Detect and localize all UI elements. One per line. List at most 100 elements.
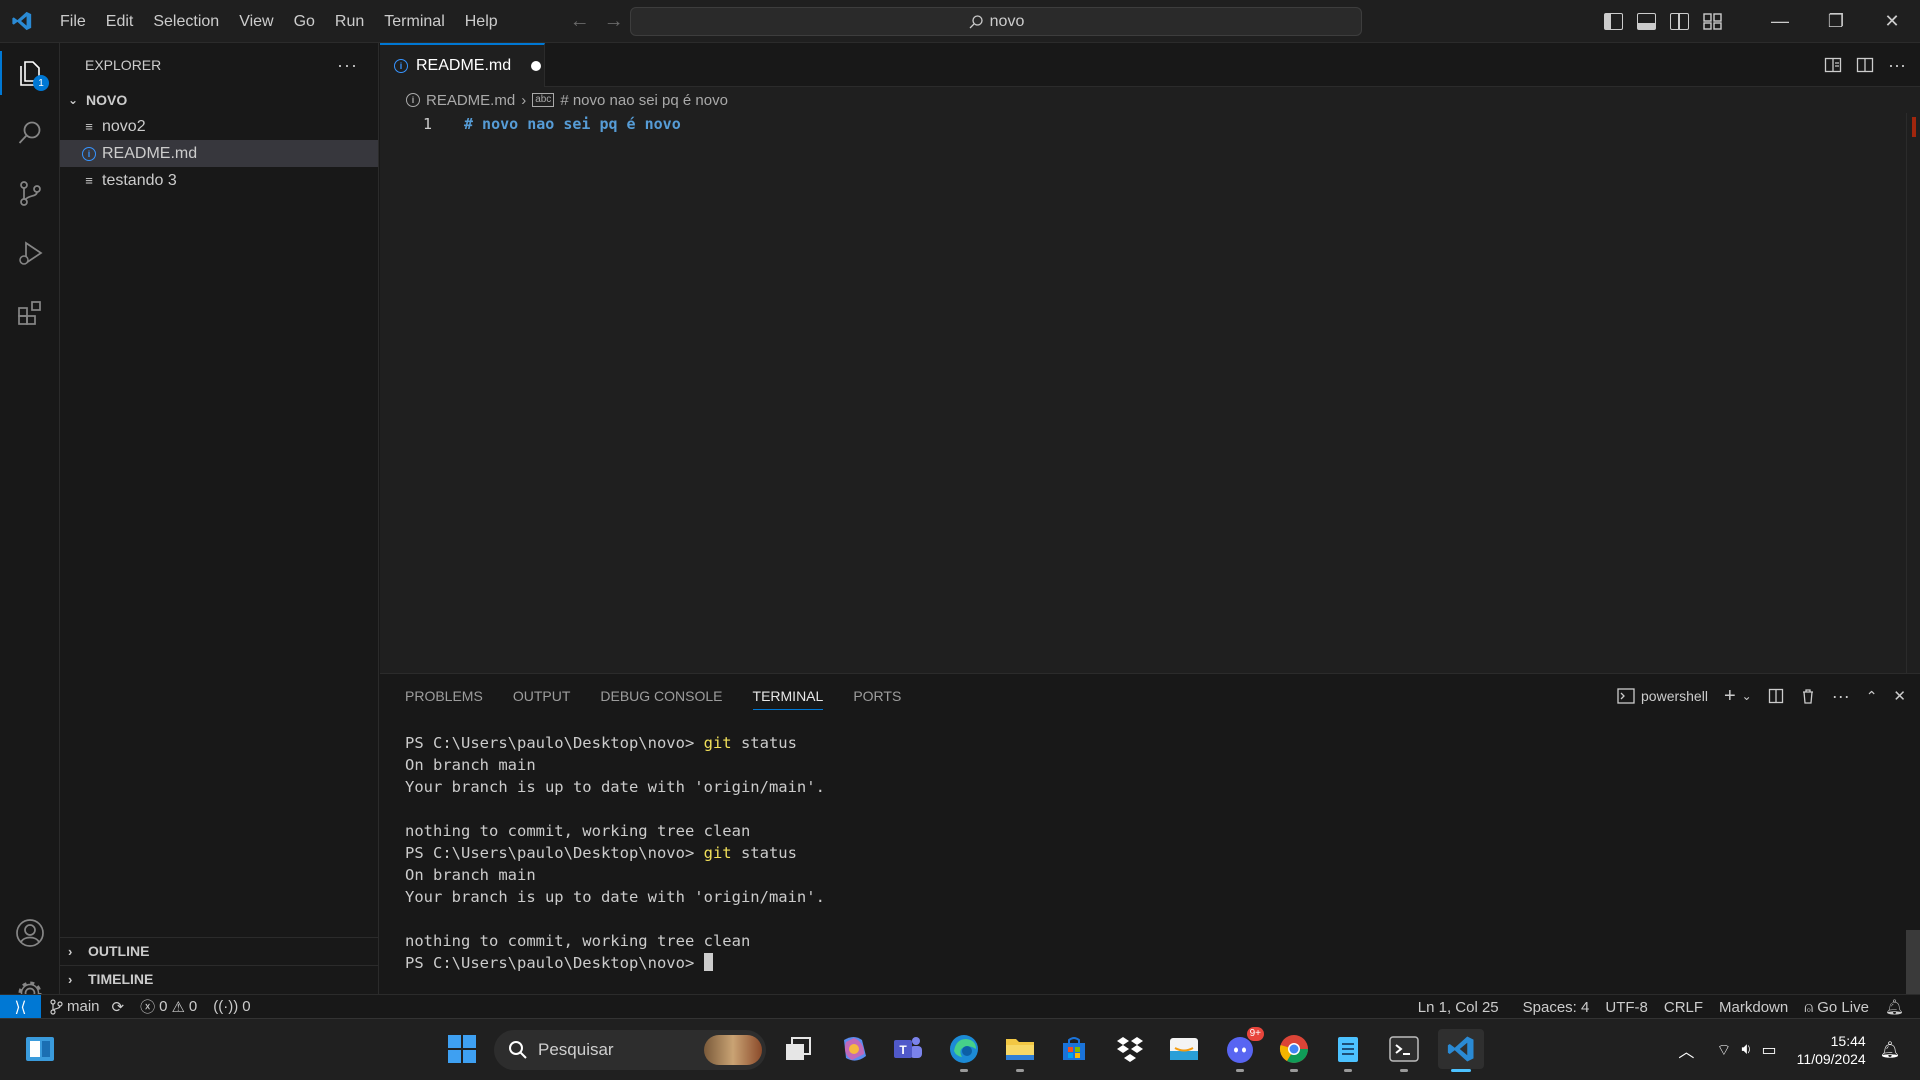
windows-terminal-icon[interactable]: [1384, 1029, 1424, 1072]
toggle-panel-icon[interactable]: [1637, 13, 1656, 30]
more-actions-icon[interactable]: ···: [337, 55, 358, 76]
ports-status[interactable]: ((·)) 0: [205, 998, 258, 1015]
restore-window-button[interactable]: ❐: [1808, 0, 1864, 43]
wifi-icon[interactable]: ⌔: [1716, 1040, 1731, 1060]
language-mode[interactable]: Markdown: [1711, 999, 1796, 1016]
file-item-readme[interactable]: i README.md: [60, 140, 378, 167]
tab-output[interactable]: OUTPUT: [513, 674, 571, 718]
close-panel-icon[interactable]: ✕: [1893, 687, 1906, 705]
go-live-button[interactable]: ⍝ Go Live: [1796, 999, 1877, 1016]
start-menu-icon[interactable]: [442, 1029, 482, 1069]
problems-status[interactable]: ⓧ 0 ⚠ 0: [132, 996, 205, 1017]
activity-explorer[interactable]: 1: [0, 43, 60, 103]
clock[interactable]: 15:44 11/09/2024: [1797, 1032, 1866, 1068]
tab-ports[interactable]: PORTS: [853, 674, 901, 718]
tab-debug-console[interactable]: DEBUG CONSOLE: [600, 674, 722, 718]
terminal-output[interactable]: PS C:\Users\paulo\Desktop\novo> git stat…: [380, 718, 1920, 974]
activity-search[interactable]: [0, 103, 60, 163]
volume-icon[interactable]: 🔉︎: [1741, 1041, 1751, 1059]
info-icon: i: [406, 93, 420, 107]
running-indicator: [1290, 1069, 1298, 1072]
open-preview-to-side-icon[interactable]: [1824, 56, 1842, 74]
split-terminal-icon[interactable]: [1768, 688, 1784, 704]
cursor-position[interactable]: Ln 1, Col 25: [1410, 999, 1507, 1016]
menu-run[interactable]: Run: [325, 0, 374, 43]
tab-problems[interactable]: PROBLEMS: [405, 674, 483, 718]
chevron-down-icon[interactable]: ⌄: [1742, 689, 1752, 703]
scrollbar-overview-ruler[interactable]: [1906, 113, 1920, 673]
task-view-icon[interactable]: [778, 1029, 818, 1069]
forward-arrow-icon[interactable]: →: [604, 10, 624, 33]
amazon-icon[interactable]: [1164, 1029, 1204, 1069]
explorer-sidebar: EXPLORER ··· ⌄ NOVO ≡ novo2 i README.md …: [60, 43, 379, 994]
notification-bell-icon[interactable]: 🔔︎: [1880, 1040, 1900, 1060]
folder-novo[interactable]: ⌄ NOVO: [60, 87, 378, 113]
toggle-primary-sidebar-icon[interactable]: [1604, 13, 1623, 30]
breadcrumb-symbol[interactable]: # novo nao sei pq é novo: [560, 92, 728, 109]
file-item-testando-3[interactable]: ≡ testando 3: [60, 167, 378, 194]
menu-edit[interactable]: Edit: [96, 0, 144, 43]
split-editor-icon[interactable]: [1856, 56, 1874, 74]
sync-icon[interactable]: ⟳: [112, 998, 125, 1016]
back-arrow-icon[interactable]: ←: [570, 10, 590, 33]
activity-run-debug[interactable]: [0, 223, 60, 283]
chrome-icon[interactable]: [1274, 1029, 1314, 1072]
taskbar-search[interactable]: Pesquisar: [494, 1030, 766, 1070]
explorer-title: EXPLORER: [85, 57, 162, 73]
unsaved-dot-icon[interactable]: [531, 61, 542, 71]
terminal-prompt: PS C:\Users\paulo\Desktop\novo>: [405, 844, 704, 862]
edge-browser-icon[interactable]: [944, 1029, 984, 1072]
search-icon: [18, 121, 41, 144]
widgets-icon[interactable]: [20, 1029, 60, 1069]
tab-terminal[interactable]: TERMINAL: [752, 674, 823, 718]
menu-selection[interactable]: Selection: [143, 0, 229, 43]
teams-icon[interactable]: T: [888, 1029, 928, 1069]
remote-indicator-icon[interactable]: ⟩⟨: [0, 994, 41, 1019]
file-item-novo2[interactable]: ≡ novo2: [60, 113, 378, 140]
show-hidden-icons-chevron-icon[interactable]: ︿: [1678, 1038, 1694, 1062]
outline-section[interactable]: › OUTLINE: [60, 937, 379, 964]
command-center-search[interactable]: novo: [630, 7, 1362, 36]
toggle-secondary-sidebar-icon[interactable]: [1670, 13, 1689, 30]
code-line[interactable]: 1 # novo nao sei pq é novo: [380, 113, 1920, 135]
maximize-panel-icon[interactable]: ⌃: [1866, 688, 1878, 705]
more-actions-icon[interactable]: ···: [1832, 686, 1850, 707]
minimize-window-button[interactable]: —: [1752, 0, 1808, 43]
indentation[interactable]: Spaces: 4: [1515, 999, 1598, 1016]
battery-icon[interactable]: ▭: [1762, 1040, 1777, 1060]
discord-icon[interactable]: 9+: [1220, 1027, 1264, 1072]
activity-accounts[interactable]: [0, 903, 60, 963]
terminal-command-args: status: [731, 734, 797, 752]
terminal-scrollbar[interactable]: [1906, 930, 1920, 994]
branch-status[interactable]: main ⟳: [41, 998, 132, 1016]
trash-icon[interactable]: [1800, 688, 1816, 704]
more-actions-icon[interactable]: ···: [1888, 55, 1906, 76]
menu-file[interactable]: File: [50, 0, 96, 43]
notifications-bell-icon[interactable]: 🔔︎: [1877, 998, 1912, 1016]
menu-view[interactable]: View: [229, 0, 283, 43]
new-terminal-icon[interactable]: +: [1724, 685, 1736, 708]
copilot-icon[interactable]: [834, 1029, 874, 1069]
terminal-shell-selector[interactable]: powershell: [1617, 688, 1708, 704]
microsoft-store-icon[interactable]: [1054, 1029, 1094, 1069]
line-endings[interactable]: CRLF: [1656, 999, 1711, 1016]
close-window-button[interactable]: ✕: [1864, 0, 1920, 43]
menu-go[interactable]: Go: [284, 0, 325, 43]
notepad-icon[interactable]: [1328, 1029, 1368, 1072]
timeline-section[interactable]: › TIMELINE: [60, 965, 379, 992]
terminal-line: On branch main: [405, 866, 536, 884]
menu-terminal[interactable]: Terminal: [374, 0, 454, 43]
tab-readme[interactable]: i README.md: [380, 43, 545, 87]
lines-file-icon: ≡: [85, 173, 93, 188]
activity-extensions[interactable]: [0, 283, 60, 343]
vscode-taskbar-icon[interactable]: [1438, 1029, 1484, 1072]
activity-source-control[interactable]: [0, 163, 60, 223]
customize-layout-icon[interactable]: [1703, 13, 1722, 30]
dropbox-icon[interactable]: [1110, 1029, 1150, 1069]
panel-actions: powershell + ⌄ ··· ⌃ ✕: [1617, 674, 1906, 718]
file-explorer-icon[interactable]: [1000, 1029, 1040, 1072]
menu-help[interactable]: Help: [455, 0, 508, 43]
lines-file-icon: ≡: [85, 119, 93, 134]
encoding[interactable]: UTF-8: [1597, 999, 1656, 1016]
breadcrumb-file[interactable]: README.md: [426, 92, 515, 109]
